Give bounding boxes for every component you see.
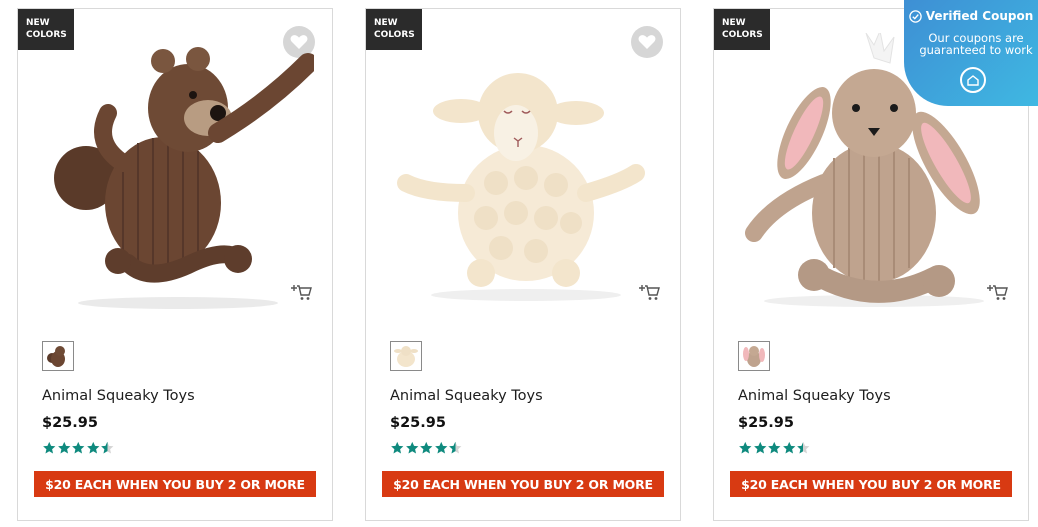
promo-banner[interactable]: $20 EACH WHEN YOU BUY 2 OR MORE — [34, 471, 316, 497]
bunny-swatch-icon — [743, 346, 765, 367]
badge-line1: NEW — [722, 18, 746, 28]
star-icon — [391, 441, 404, 454]
coupon-title: Verified Coupon — [925, 9, 1034, 23]
star-icon — [768, 441, 781, 454]
add-to-cart-icon[interactable] — [638, 283, 660, 301]
badge-line1: NEW — [374, 18, 398, 28]
color-swatch[interactable] — [390, 341, 422, 371]
star-icon — [43, 441, 56, 454]
add-to-cart-icon[interactable] — [986, 283, 1008, 301]
star-icon — [86, 441, 99, 454]
star-icon — [797, 441, 810, 454]
product-title[interactable]: Animal Squeaky Toys — [42, 388, 195, 404]
star-rating — [738, 441, 811, 455]
product-price: $25.95 — [738, 415, 794, 431]
squirrel-plush-icon[interactable] — [38, 33, 314, 313]
star-icon — [449, 441, 462, 454]
check-circle-icon — [908, 9, 922, 23]
star-icon — [434, 441, 447, 454]
star-icon — [420, 441, 433, 454]
product-title[interactable]: Animal Squeaky Toys — [738, 388, 891, 404]
star-icon — [782, 441, 795, 454]
star-icon — [405, 441, 418, 454]
coupon-line2: guaranteed to work — [919, 43, 1033, 57]
coupon-header: Verified Coupon — [904, 9, 1038, 23]
house-icon[interactable] — [960, 67, 986, 93]
star-icon — [72, 441, 85, 454]
product-card[interactable]: NEW COLORS Animal Squeaky Toys $25.95 $2… — [17, 8, 333, 521]
star-icon — [739, 441, 752, 454]
color-swatch[interactable] — [738, 341, 770, 371]
promo-banner[interactable]: $20 EACH WHEN YOU BUY 2 OR MORE — [730, 471, 1012, 497]
product-price: $25.95 — [390, 415, 446, 431]
lamb-swatch-icon — [394, 346, 418, 367]
coupon-description: Our coupons are guaranteed to work — [914, 32, 1038, 56]
star-rating — [42, 441, 115, 455]
verified-coupon-widget[interactable]: Verified Coupon Our coupons are guarante… — [904, 0, 1038, 106]
lamb-plush-icon[interactable] — [386, 33, 662, 313]
star-icon — [57, 441, 70, 454]
product-price: $25.95 — [42, 415, 98, 431]
star-icon — [753, 441, 766, 454]
house-icon-glyph — [967, 74, 979, 86]
star-icon — [101, 441, 114, 454]
product-card[interactable]: NEW COLORS Animal Squeaky Toys $25.95 $2… — [365, 8, 681, 521]
squirrel-swatch-icon — [47, 346, 65, 367]
color-swatch[interactable] — [42, 341, 74, 371]
star-rating — [390, 441, 463, 455]
add-to-cart-icon[interactable] — [290, 283, 312, 301]
badge-line1: NEW — [26, 18, 50, 28]
promo-banner[interactable]: $20 EACH WHEN YOU BUY 2 OR MORE — [382, 471, 664, 497]
product-title[interactable]: Animal Squeaky Toys — [390, 388, 543, 404]
